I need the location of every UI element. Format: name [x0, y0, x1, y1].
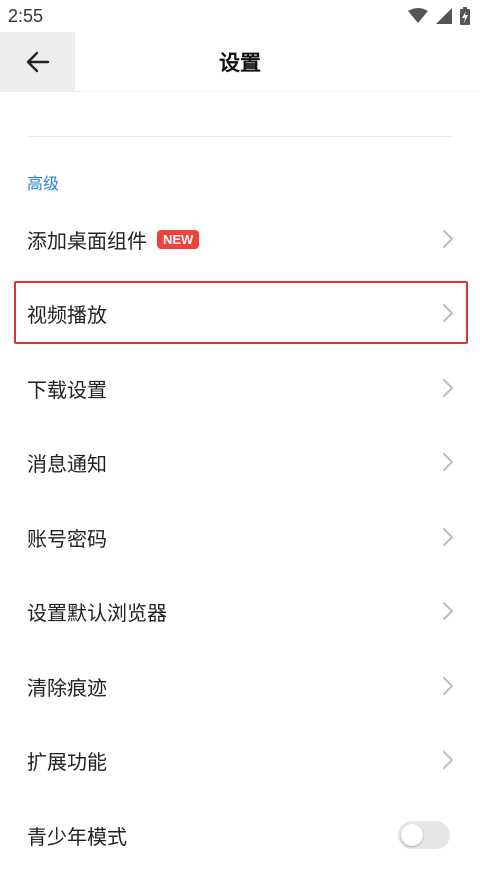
- wifi-icon: [408, 8, 428, 23]
- setting-label: 青少年模式: [27, 824, 127, 849]
- setting-row-video-playback[interactable]: 视频播放: [0, 276, 480, 350]
- section-header: 高级: [27, 174, 60, 193]
- setting-row-youth-mode: 青少年模式: [0, 798, 480, 872]
- setting-row-extensions[interactable]: 扩展功能: [0, 723, 480, 797]
- setting-label: 下载设置: [27, 377, 107, 402]
- setting-row-download-settings[interactable]: 下载设置: [0, 351, 480, 425]
- chevron-right-icon: [443, 677, 453, 695]
- chevron-right-icon: [443, 304, 453, 322]
- status-icons: [408, 7, 470, 25]
- setting-row-account-password[interactable]: 账号密码: [0, 500, 480, 574]
- chevron-right-icon: [443, 230, 453, 248]
- chevron-right-icon: [443, 379, 453, 397]
- status-bar: 2:55: [0, 0, 480, 32]
- chevron-right-icon: [443, 528, 453, 546]
- setting-row-notifications[interactable]: 消息通知: [0, 425, 480, 499]
- setting-row-default-browser[interactable]: 设置默认浏览器: [0, 574, 480, 648]
- app-bar: 设置: [0, 32, 480, 92]
- setting-label: 视频播放: [27, 302, 107, 327]
- arrow-left-icon: [26, 51, 49, 73]
- divider: [27, 136, 453, 137]
- setting-row-add-widget[interactable]: 添加桌面组件 NEW: [0, 202, 480, 276]
- setting-label: 账号密码: [27, 526, 107, 551]
- setting-label: 添加桌面组件: [27, 228, 147, 253]
- new-badge: NEW: [157, 229, 200, 249]
- setting-label: 扩展功能: [27, 749, 107, 774]
- status-time: 2:55: [8, 5, 44, 26]
- chevron-right-icon: [443, 602, 453, 620]
- chevron-right-icon: [443, 751, 453, 769]
- setting-label: 清除痕迹: [27, 675, 107, 700]
- youth-mode-toggle[interactable]: [398, 821, 450, 849]
- chevron-right-icon: [443, 453, 453, 471]
- signal-icon: [436, 8, 452, 24]
- toggle-knob: [401, 824, 423, 846]
- setting-label: 设置默认浏览器: [27, 600, 167, 625]
- setting-label: 消息通知: [27, 451, 107, 476]
- setting-row-clear-traces[interactable]: 清除痕迹: [0, 649, 480, 723]
- back-button[interactable]: [0, 32, 75, 92]
- battery-icon: [460, 7, 470, 25]
